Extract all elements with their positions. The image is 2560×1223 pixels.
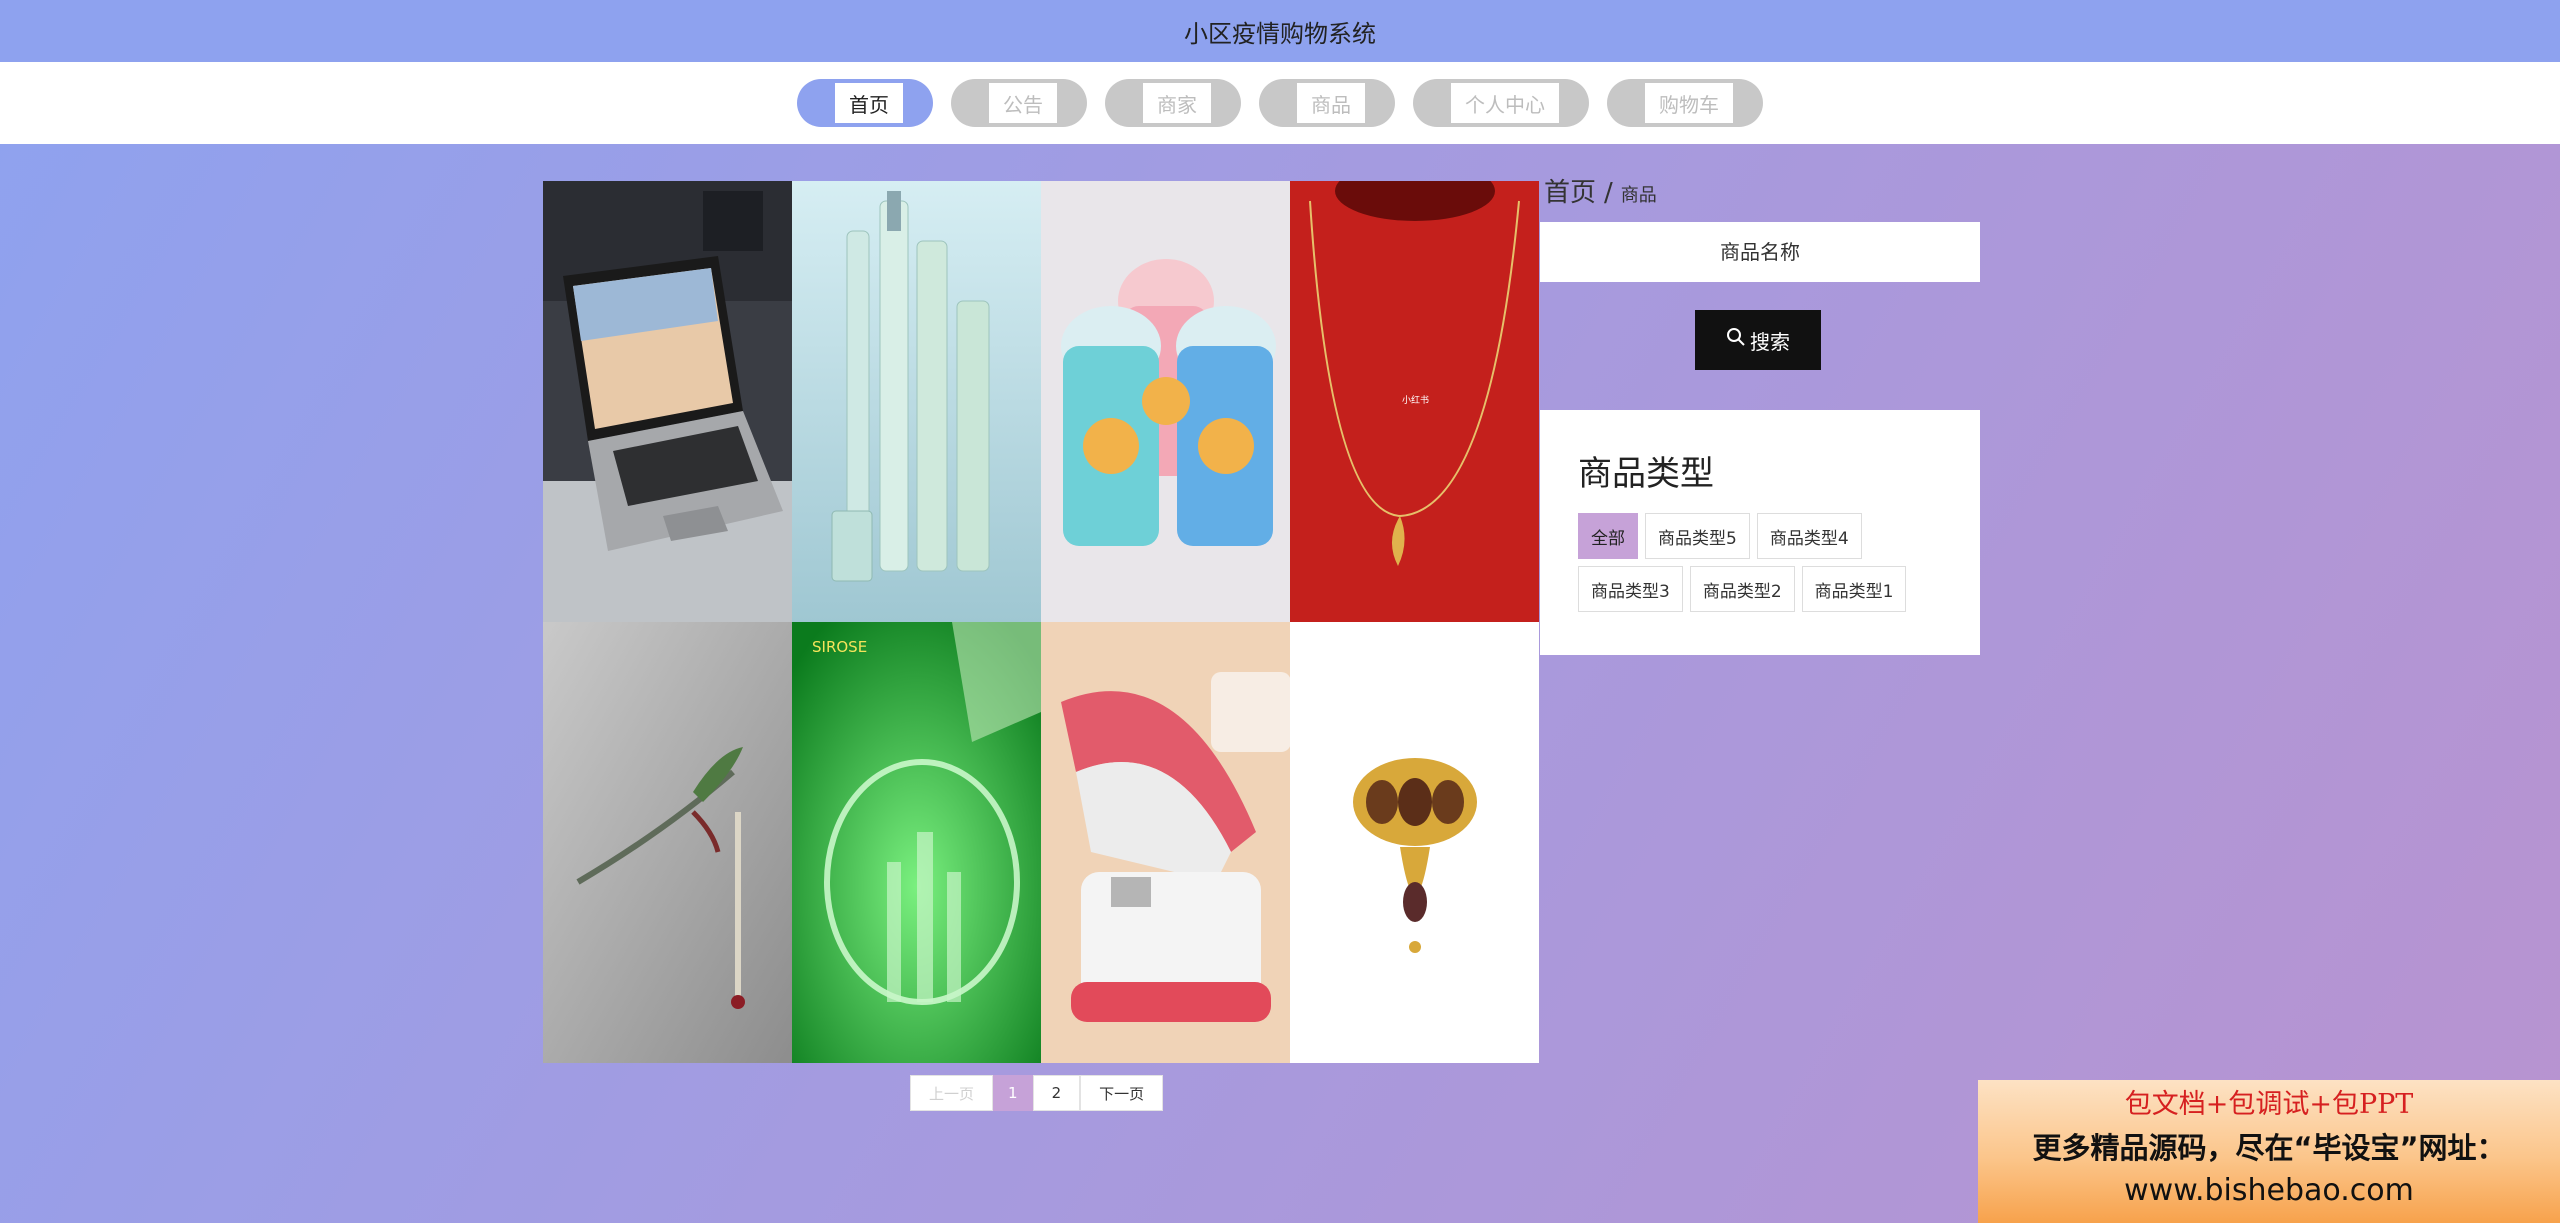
page-2-button[interactable]: 2 (1032, 1075, 1081, 1111)
laptop-image (543, 181, 792, 622)
breadcrumb-home[interactable]: 首页 (1544, 172, 1596, 209)
svg-text:SIROSE: SIROSE (812, 638, 867, 656)
product-skincare[interactable] (792, 181, 1041, 622)
type-chip-2[interactable]: 商品类型2 (1689, 566, 1795, 612)
type-chip-3[interactable]: 商品类型3 (1578, 566, 1683, 612)
nav-merchants[interactable]: 商家 (1105, 79, 1241, 127)
product-grid: 小红书 SIROSE (543, 181, 1539, 1063)
nav-notices[interactable]: 公告 (951, 79, 1087, 127)
product-hairpin[interactable] (543, 622, 792, 1063)
product-green-liquid[interactable]: SIROSE (792, 622, 1041, 1063)
type-chip-5[interactable]: 商品类型5 (1645, 513, 1750, 559)
site-title: 小区疫情购物系统 (1184, 19, 1376, 48)
hairpin-image (543, 622, 792, 1063)
search-icon (1726, 327, 1746, 353)
product-types-panel: 商品类型 全部 商品类型5 商品类型4 商品类型3 商品类型2 商品类型1 (1540, 410, 1980, 655)
nav-cart[interactable]: 购物车 (1607, 79, 1763, 127)
cups-image (1041, 181, 1290, 622)
nav-products-label: 商品 (1297, 83, 1365, 123)
next-page-button[interactable]: 下一页 (1080, 1075, 1164, 1111)
skincare-image (792, 181, 1041, 622)
promo-banner[interactable]: 包文档+包调试+包PPT 更多精品源码，尽在“毕设宝”网址： www.bishe… (1978, 1080, 2560, 1223)
promo-line-1: 包文档+包调试+包PPT (2124, 1089, 2414, 1120)
nav-products[interactable]: 商品 (1259, 79, 1395, 127)
product-cups[interactable] (1041, 181, 1290, 622)
product-brooch[interactable] (1290, 622, 1539, 1063)
nav-profile[interactable]: 个人中心 (1413, 79, 1589, 127)
type-chip-all[interactable]: 全部 (1578, 513, 1638, 559)
breadcrumb-current: 商品 (1620, 185, 1657, 206)
product-stapler[interactable] (1041, 622, 1290, 1063)
product-necklace[interactable]: 小红书 (1290, 181, 1539, 622)
product-types-heading: 商品类型 (1578, 454, 1714, 494)
promo-line-2: 更多精品源码，尽在“毕设宝”网址： (2032, 1131, 2506, 1165)
prev-page-button[interactable]: 上一页 (910, 1075, 994, 1111)
nav-notices-label: 公告 (989, 83, 1057, 123)
breadcrumb-separator: / (1604, 178, 1613, 208)
top-bar: 小区疫情购物系统 (0, 0, 2560, 62)
search-button[interactable]: 搜索 (1695, 310, 1821, 370)
search-button-label: 搜索 (1750, 331, 1790, 354)
main-nav: 首页 公告 商家 商品 个人中心 购物车 (0, 62, 2560, 144)
nav-home[interactable]: 首页 (797, 79, 933, 127)
pagination: 上一页 1 2 下一页 (910, 1075, 1164, 1111)
type-chip-4[interactable]: 商品类型4 (1756, 513, 1862, 559)
stapler-image (1041, 622, 1290, 1063)
nav-cart-label: 购物车 (1645, 83, 1733, 123)
brooch-image (1290, 622, 1539, 1063)
product-type-list: 全部 商品类型5 商品类型4 商品类型3 商品类型2 商品类型1 (1578, 513, 1958, 612)
nav-merchants-label: 商家 (1143, 83, 1211, 123)
product-laptop[interactable] (543, 181, 792, 622)
nav-profile-label: 个人中心 (1451, 83, 1559, 123)
breadcrumb: 首页 / 商品 (1544, 172, 1657, 209)
page-1-button[interactable]: 1 (993, 1075, 1033, 1111)
type-chip-1[interactable]: 商品类型1 (1801, 566, 1907, 612)
product-name-search-input[interactable] (1540, 222, 1980, 282)
nav-home-label: 首页 (835, 83, 903, 123)
svg-text:小红书: 小红书 (1402, 394, 1429, 406)
necklace-image: 小红书 (1290, 181, 1539, 622)
promo-line-3: www.bishebao.com (2124, 1173, 2414, 1208)
green-liquid-image: SIROSE (792, 622, 1041, 1063)
